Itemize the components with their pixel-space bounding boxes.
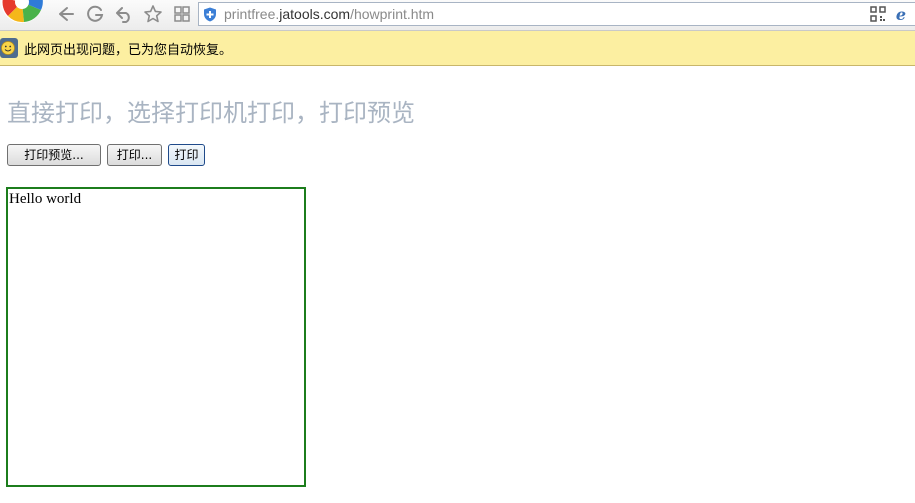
browser-toolbar: printfree.jatools.com/howprint.htm e [0,0,915,31]
refresh-icon [87,5,104,22]
extensions-button[interactable] [171,3,193,25]
back-icon [59,7,74,21]
undo-button[interactable] [113,3,135,25]
url-text[interactable]: printfree.jatools.com/howprint.htm [224,6,434,22]
refresh-button[interactable] [84,3,106,25]
favorite-button[interactable] [142,3,164,25]
print-button[interactable]: 打印 [168,144,205,166]
qrcode-icon[interactable] [870,6,886,22]
browser-logo-icon[interactable] [0,0,44,30]
address-bar[interactable]: printfree.jatools.com/howprint.htm e [198,2,915,26]
shield-icon [204,7,216,22]
select-printer-button[interactable]: 打印... [107,144,162,166]
favorite-star-icon [144,5,162,23]
back-button[interactable] [55,3,77,25]
infobar-message: 此网页出现问题，已为您自动恢复。 [24,43,233,58]
page-title: 直接打印，选择打印机打印，打印预览 [7,99,415,127]
url-prefix: printfree. [224,6,280,22]
restore-infobar: 此网页出现问题，已为您自动恢复。 [0,31,915,66]
smiley-icon [0,38,18,58]
undo-icon [116,7,130,23]
svg-text:e: e [896,6,906,22]
print-area: Hello world [6,187,306,487]
url-path: /howprint.htm [350,6,435,22]
print-area-text: Hello world [9,191,82,207]
extensions-icon [174,6,190,22]
url-host: jatools.com [279,6,351,22]
print-preview-button[interactable]: 打印预览... [7,144,101,166]
ie-mode-icon[interactable]: e [893,6,909,22]
